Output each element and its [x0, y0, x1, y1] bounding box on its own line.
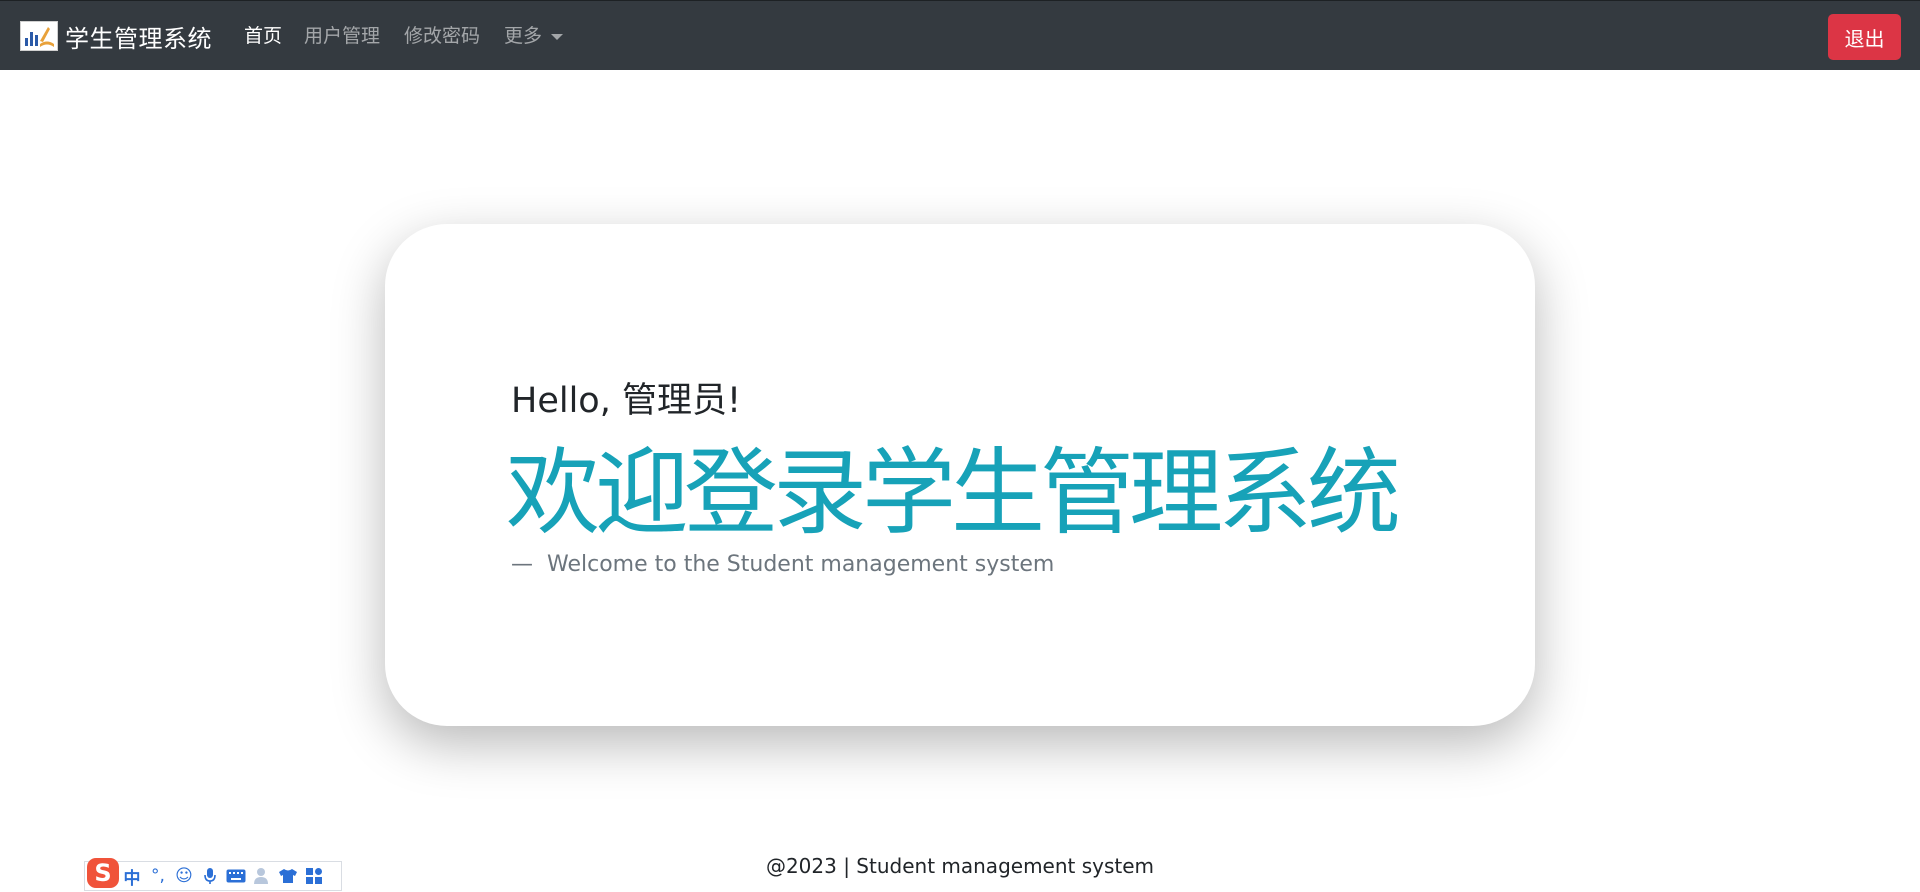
logout-button[interactable]: 退出 [1828, 14, 1901, 60]
microphone-icon[interactable] [197, 863, 223, 889]
brand-logo-icon [20, 21, 58, 51]
emoji-icon[interactable]: ☺ [171, 863, 197, 889]
brand-link[interactable]: 学生管理系统 [20, 18, 212, 54]
nav-more-dropdown[interactable]: 更多 [504, 22, 564, 50]
punctuation-icon[interactable]: °, [145, 863, 171, 889]
skin-shirt-icon[interactable] [275, 863, 301, 889]
sogou-logo-icon[interactable]: S [87, 858, 119, 888]
toolbox-grid-icon[interactable] [301, 863, 327, 889]
subtitle-dash: — [511, 552, 533, 577]
user-icon[interactable] [249, 863, 275, 889]
subtitle-text: Welcome to the Student management system [547, 552, 1055, 577]
keyboard-icon[interactable] [223, 863, 249, 889]
welcome-title: 欢迎登录学生管理系统 [506, 439, 1401, 548]
chinese-mode-icon[interactable]: 中 [119, 863, 145, 889]
top-navbar: 学生管理系统 首页 用户管理 修改密码 更多 退出 [0, 0, 1920, 70]
nav-home-link[interactable]: 首页 [244, 22, 282, 50]
brand-title: 学生管理系统 [65, 24, 212, 53]
nav-more-label: 更多 [504, 25, 543, 47]
caret-down-icon [551, 33, 564, 40]
welcome-subtitle: — Welcome to the Student management syst… [511, 552, 1054, 577]
greeting-text: Hello, 管理员! [511, 381, 741, 421]
ime-toolbar: S 中 °, ☺ [84, 858, 342, 891]
nav-change-password-link[interactable]: 修改密码 [404, 22, 480, 50]
nav-user-management-link[interactable]: 用户管理 [304, 22, 380, 50]
welcome-card: Hello, 管理员! 欢迎登录学生管理系统 — Welcome to the … [385, 224, 1535, 726]
